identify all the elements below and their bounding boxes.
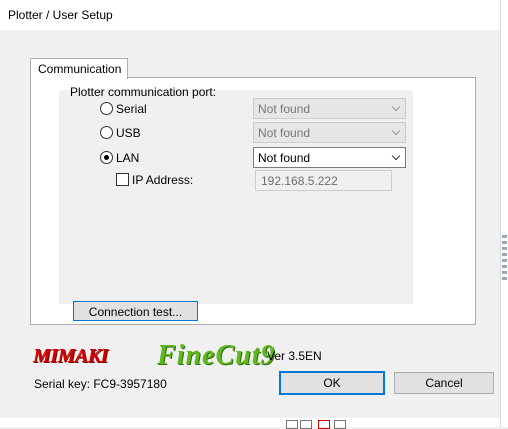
lan-port-select[interactable]: Not found xyxy=(253,147,406,168)
tab-communication[interactable]: Communication xyxy=(30,58,128,79)
background-scroll-marks xyxy=(502,235,507,295)
usb-port-value: Not found xyxy=(258,126,311,140)
ip-address-label: IP Address: xyxy=(132,173,194,187)
lan-label: LAN xyxy=(116,151,140,165)
serial-port-value: Not found xyxy=(258,102,311,116)
connection-test-label: Connection test... xyxy=(88,305,183,319)
usb-label: USB xyxy=(116,126,141,140)
ip-address-field: 192.168.5.222 xyxy=(255,170,392,191)
ok-label: OK xyxy=(323,376,341,390)
title-bar[interactable]: Plotter / User Setup xyxy=(0,0,500,30)
tab-communication-label: Communication xyxy=(38,62,122,76)
ip-address-checkbox[interactable] xyxy=(116,173,129,186)
connection-test-button[interactable]: Connection test... xyxy=(73,301,198,321)
serial-port-select: Not found xyxy=(253,98,406,119)
cancel-button[interactable]: Cancel xyxy=(394,372,494,394)
serial-label: Serial xyxy=(116,102,147,116)
usb-port-select: Not found xyxy=(253,122,406,143)
chevron-down-icon xyxy=(391,151,401,161)
ip-address-value: 192.168.5.222 xyxy=(261,174,338,188)
background-window-bottom xyxy=(0,418,500,427)
mimaki-logo: MIMAKI xyxy=(33,345,108,367)
ok-button[interactable]: OK xyxy=(279,371,385,395)
finecut-logo: FineCut9 xyxy=(157,340,276,371)
cancel-label: Cancel xyxy=(425,376,463,390)
usb-radio[interactable] xyxy=(100,126,113,139)
background-window-edge xyxy=(500,0,508,427)
version-label: Ver 3.5EN xyxy=(267,349,322,363)
lan-port-value: Not found xyxy=(258,151,311,165)
port-label: Plotter communication port: xyxy=(70,85,217,99)
chevron-down-icon xyxy=(391,102,401,112)
serial-radio[interactable] xyxy=(100,102,113,115)
serial-key-label: Serial key: FC9-3957180 xyxy=(34,377,167,391)
window-title: Plotter / User Setup xyxy=(8,8,113,22)
product-logo: MIMAKI FineCut9 xyxy=(33,340,274,372)
chevron-down-icon xyxy=(391,126,401,136)
background-toolbar-icons xyxy=(278,418,358,429)
lan-radio[interactable] xyxy=(100,151,113,164)
